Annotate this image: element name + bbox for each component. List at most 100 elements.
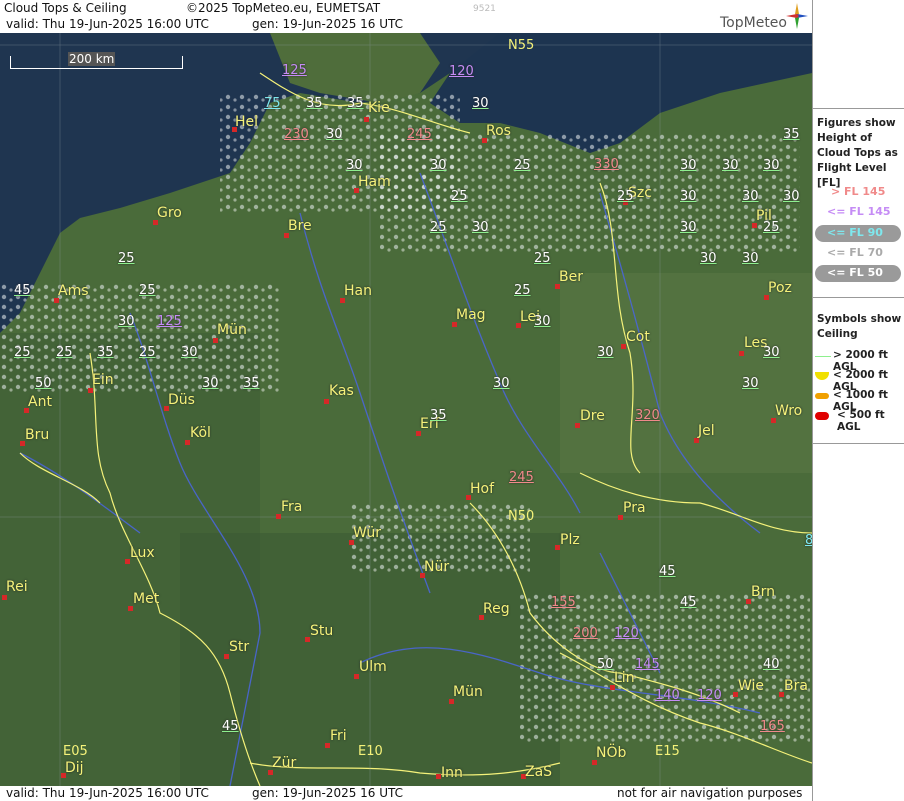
city-label: Wür [353,525,381,541]
flight-level: 25 [451,189,468,204]
legend-item: <= FL 70 [827,246,883,259]
flight-level: 30 [722,158,739,173]
flight-level: 30 [118,314,135,329]
grid-label: E10 [358,744,383,759]
city-label: Mag [456,307,486,323]
footer-bar: valid: Thu 19-Jun-2025 16:00 UTC gen: 19… [0,786,812,801]
city-label: Mün [453,684,483,700]
city-label: Cot [626,329,650,345]
flight-level: 125 [282,63,307,78]
map-background [0,33,812,786]
grid-label: E15 [655,744,680,759]
flight-level: 245 [509,470,534,485]
flight-level: 245 [407,127,432,142]
city-label: Rei [6,579,28,595]
flight-level: 25 [763,220,780,235]
city-label: Dre [580,408,605,424]
city-label: Dij [65,760,84,776]
satellite-map[interactable]: 200 km N55 N50 E05 E10 E15 Hel Kie Ros H… [0,33,812,786]
city-label: Str [229,639,250,655]
flight-level: 30 [326,127,343,142]
flight-level: 8 [805,533,812,548]
flight-level: 25 [430,220,447,235]
city-label: Bru [25,427,50,443]
image-id: 9521 [473,4,496,14]
flight-level: 145 [635,657,660,672]
grid-label: N55 [508,38,535,53]
flight-level: 30 [472,96,489,111]
city-label: Ham [358,174,391,190]
flight-level: 35 [783,127,800,142]
legend-item: < 500 ft AGL [837,409,885,433]
map-title: Cloud Tops & Ceiling [4,1,127,15]
flight-level: 200 [573,626,598,641]
city-label: Ber [559,269,583,285]
flight-level: 30 [430,158,447,173]
valid-time: valid: Thu 19-Jun-2025 16:00 UTC [6,786,209,800]
flight-level: 155 [551,595,576,610]
compass-icon [786,3,808,29]
city-label: NÖb [596,745,627,761]
flight-level: 45 [659,564,676,579]
flight-level: 30 [346,158,363,173]
city-label: Stu [310,623,334,639]
flight-level: 30 [680,189,697,204]
flight-level: 30 [700,251,717,266]
flight-level: 30 [763,158,780,173]
city-label: Wro [775,403,803,419]
city-label: Reg [483,601,510,617]
flight-level: 25 [514,158,531,173]
flight-level: 30 [597,345,614,360]
flight-level: 35 [97,345,114,360]
city-label: Düs [168,392,195,408]
flight-level: 40 [763,657,780,672]
city-label: Gro [157,205,182,221]
city-label: Lux [130,545,155,561]
header-bar: Cloud Tops & Ceiling ©2025 TopMeteo.eu, … [0,0,812,33]
flight-level: 25 [139,283,156,298]
flight-level: 25 [14,345,31,360]
flight-level: 30 [783,189,800,204]
city-label: Jel [698,423,715,439]
flight-level: 45 [680,595,697,610]
flight-level: 25 [617,189,634,204]
tops-legend-title: Figures show Height of Cloud Tops as Fli… [817,117,898,189]
city-label: Zür [272,755,297,771]
flight-level: 50 [35,376,52,391]
city-label: Plz [560,532,580,548]
city-label: Fri [330,728,347,744]
city-label: Hel [235,114,259,130]
flight-level: 120 [449,64,474,79]
ceiling-symbol-icon [815,393,829,399]
copyright: ©2025 TopMeteo.eu, EUMETSAT [186,1,381,15]
ceiling-symbol-icon [815,372,829,380]
flight-level: 45 [14,283,31,298]
ceiling-symbol-icon [815,356,831,357]
flight-level: 35 [347,96,364,111]
flight-level: 120 [697,688,722,703]
legend-item: <= FL 90 [827,226,883,239]
flight-level: 30 [472,220,489,235]
city-label: Brn [751,584,775,600]
city-label: Met [133,591,160,607]
ceiling-symbol-icon [815,412,829,420]
flight-level: 30 [763,345,780,360]
topmeteo-logo: TopMeteo [720,15,787,31]
city-label: Han [344,283,372,299]
flight-level: 320 [635,408,660,423]
legend-item: > FL 145 [831,185,886,198]
flight-level: 25 [56,345,73,360]
legend-item: <= FL 50 [827,266,883,279]
city-label: Wie [738,678,765,694]
city-label: Hof [470,481,495,497]
ceiling-legend-title: Symbols show Ceiling [817,313,902,340]
city-label: Köl [190,425,211,441]
city-label: Kas [329,383,354,399]
flight-level: 30 [680,220,697,235]
city-label: Bre [288,218,312,234]
flight-level: 125 [157,314,182,329]
city-label: Ams [58,283,89,299]
city-label: Pra [623,500,646,516]
generated-time: gen: 19-Jun-2025 16 UTC [252,17,404,31]
city-label: ZaS [525,764,553,780]
